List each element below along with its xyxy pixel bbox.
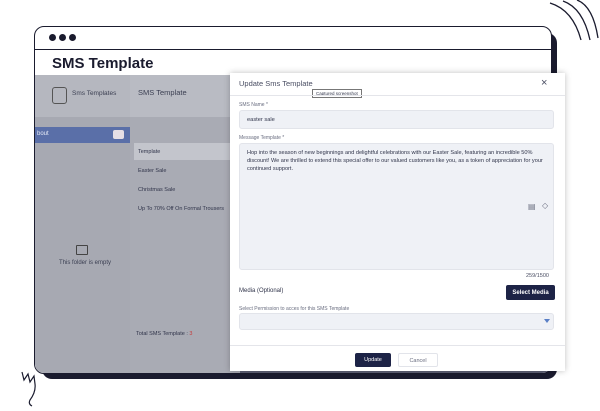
sidebar: Sms Templates bout This folder is empty xyxy=(35,75,130,373)
attachment-icon[interactable]: ▤ xyxy=(528,202,536,211)
window-titlebar xyxy=(35,27,551,50)
close-icon[interactable]: × xyxy=(541,77,547,89)
permission-label: Select Permission to acces for this SMS … xyxy=(239,306,350,312)
sms-name-input[interactable]: easter sale xyxy=(239,110,554,129)
list-item[interactable]: Up To 70% Off On Formal Trousers xyxy=(134,200,240,217)
sms-name-label: SMS Name * xyxy=(239,102,268,108)
template-icon xyxy=(52,87,67,104)
list-item[interactable]: Christmas Sale xyxy=(134,181,240,198)
sms-name-value: easter sale xyxy=(247,117,275,123)
sidebar-item-badge xyxy=(113,130,124,139)
message-template-label: Message Template * xyxy=(239,135,285,141)
character-counter: 259/1500 xyxy=(526,273,549,279)
select-media-button[interactable]: Select Media xyxy=(506,285,555,300)
tag-icon[interactable]: ◇ xyxy=(542,201,548,210)
sidebar-header[interactable]: Sms Templates xyxy=(35,75,130,117)
folder-icon xyxy=(76,245,88,255)
list-item-label: Christmas Sale xyxy=(138,187,176,193)
captured-screenshot-tag: Captured screenshot xyxy=(312,89,362,98)
template-list-header: SMS Template xyxy=(130,75,240,117)
modal-footer-divider xyxy=(230,345,565,346)
sidebar-header-label: Sms Templates xyxy=(72,90,117,97)
message-template-textarea[interactable]: Hop into the season of new beginnings an… xyxy=(239,143,554,270)
template-count-value: 3 xyxy=(189,331,193,337)
message-template-value: Hop into the season of new beginnings an… xyxy=(247,150,543,172)
template-list-panel: SMS Template Template Easter Sale Christ… xyxy=(130,75,240,373)
cancel-button[interactable]: Cancel xyxy=(398,353,438,367)
list-item[interactable]: Easter Sale xyxy=(134,162,240,179)
modal-title: Update Sms Template xyxy=(239,79,313,88)
update-template-modal: Update Sms Template Captured screenshot … xyxy=(230,73,565,371)
list-item-label: Up To 70% Off On Formal Trousers xyxy=(138,206,224,212)
template-count-label: Total SMS Template : xyxy=(136,331,190,337)
template-count: Total SMS Template : 3 xyxy=(136,331,192,337)
window-dot-icon xyxy=(59,34,66,41)
window-dot-icon xyxy=(69,34,76,41)
permission-select[interactable] xyxy=(239,313,554,330)
sidebar-item-active[interactable]: bout xyxy=(35,127,130,143)
list-item-label: Easter Sale xyxy=(138,168,167,174)
empty-folder-message: This folder is empty xyxy=(59,260,112,266)
template-list-title: SMS Template xyxy=(138,88,187,97)
list-item[interactable]: Template xyxy=(134,143,240,160)
window-dot-icon xyxy=(49,34,56,41)
decorative-squiggle xyxy=(21,371,36,407)
list-item-label: Template xyxy=(138,149,161,155)
modal-divider xyxy=(230,95,565,96)
update-button[interactable]: Update xyxy=(355,353,391,367)
media-label: Media (Optional) xyxy=(239,288,284,294)
sidebar-item-label: bout xyxy=(37,131,49,137)
chevron-down-icon xyxy=(544,319,550,323)
page-title: SMS Template xyxy=(52,55,154,72)
